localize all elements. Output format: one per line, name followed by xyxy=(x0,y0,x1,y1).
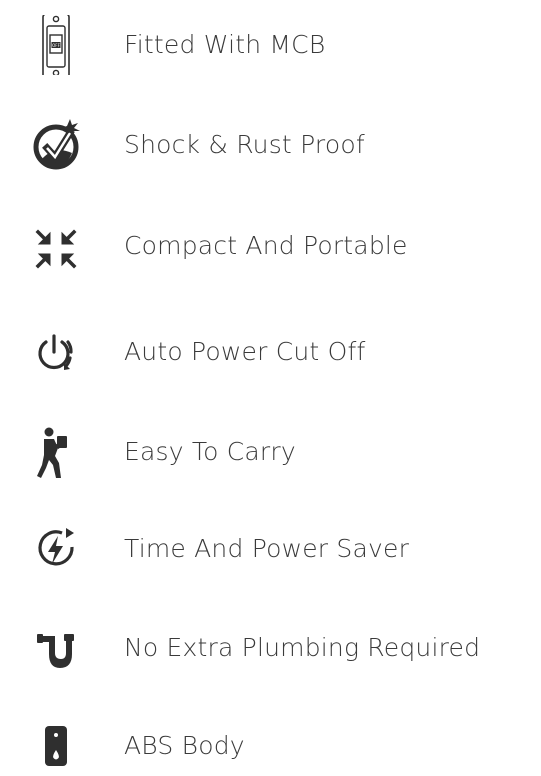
feature-label: Fitted With MCB xyxy=(124,30,326,59)
feature-label: ABS Body xyxy=(124,731,245,760)
feature-item-shock-proof: Shock & Rust Proof xyxy=(0,115,541,175)
feature-label: Shock & Rust Proof xyxy=(124,130,365,159)
feature-label: Easy To Carry xyxy=(124,437,296,466)
water-heater-body-icon xyxy=(26,716,86,776)
feature-item-auto-cutoff: Auto Power Cut Off xyxy=(0,322,541,382)
feature-item-power-saver: Time And Power Saver xyxy=(0,519,541,579)
mcb-switch-icon: OFF xyxy=(26,15,86,75)
power-cycle-icon xyxy=(26,322,86,382)
svg-text:OFF: OFF xyxy=(52,43,60,48)
feature-label: Compact And Portable xyxy=(124,231,408,260)
feature-item-easy-carry: Easy To Carry xyxy=(0,422,541,482)
feature-label: Auto Power Cut Off xyxy=(124,337,366,366)
feature-item-compact: Compact And Portable xyxy=(0,216,541,276)
feature-item-plumbing: No Extra Plumbing Required xyxy=(0,618,541,678)
feature-item-mcb: OFF Fitted With MCB xyxy=(0,15,541,75)
shock-proof-check-icon xyxy=(26,115,86,175)
lightning-refresh-icon xyxy=(26,519,86,579)
feature-label: Time And Power Saver xyxy=(124,534,410,563)
compress-arrows-icon xyxy=(26,216,86,276)
plumbing-pipe-icon xyxy=(26,618,86,678)
feature-label: No Extra Plumbing Required xyxy=(124,633,481,662)
feature-list: OFF Fitted With MCB Shock & Rust Proof C… xyxy=(0,0,541,767)
person-carrying-icon xyxy=(26,422,86,482)
feature-item-abs-body: ABS Body xyxy=(0,716,541,776)
